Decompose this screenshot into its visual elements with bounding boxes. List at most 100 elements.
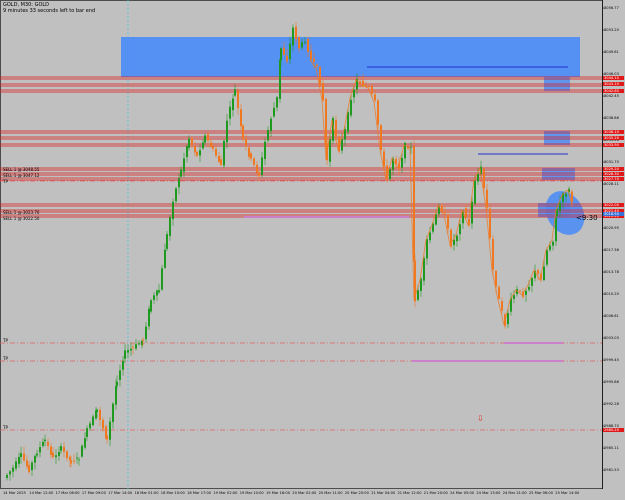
candle-body: [501, 301, 503, 311]
candle-body: [565, 193, 567, 197]
time-tick-label: 19 Mar 02:00: [213, 491, 238, 495]
candle-body: [164, 249, 166, 268]
candle-body: [471, 201, 473, 224]
candle-body: [12, 467, 14, 472]
time-tick-label: 21 Mar 20:00: [423, 491, 448, 495]
price-tag-label: 3043.10: [603, 82, 624, 86]
candle-body: [132, 347, 134, 349]
candle-body: [112, 403, 114, 423]
candle-body: [555, 217, 557, 242]
candle-body: [307, 38, 309, 52]
price-chart-canvas[interactable]: [0, 0, 625, 500]
candle-body: [250, 153, 252, 159]
candle-body: [389, 168, 391, 179]
candle-body: [26, 460, 28, 467]
candle-body: [329, 139, 331, 162]
price-tag-label: 2985.20: [603, 428, 624, 432]
candle-body: [289, 43, 291, 60]
candle-body: [283, 47, 285, 55]
candle-body: [335, 120, 337, 137]
candle-body: [153, 295, 155, 300]
time-tick-label: 20 Mar 02:00: [292, 491, 317, 495]
candle-body: [202, 142, 204, 149]
candle-body: [298, 37, 300, 49]
bar-countdown-label: <9:30: [576, 214, 598, 222]
candle-body: [186, 146, 188, 158]
candle-body: [537, 270, 539, 274]
time-tick-label: 24 Mar 13:00: [476, 491, 501, 495]
time-tick-label: 17 Mar 09:00: [81, 491, 106, 495]
candle-body: [261, 157, 263, 175]
candle-body: [423, 258, 425, 281]
candle-body: [178, 178, 180, 188]
time-tick-label: 21 Mar 04:00: [371, 491, 396, 495]
candle-body: [489, 208, 491, 239]
candle-body: [20, 453, 22, 457]
candle-body: [240, 109, 242, 127]
chart-window[interactable]: GOLD, M30: GOLD 9 minutes 33 seconds lef…: [0, 0, 625, 500]
candle-body: [215, 148, 217, 156]
candle-body: [413, 146, 415, 261]
candle-body: [286, 55, 288, 62]
candle-body: [234, 89, 236, 96]
candle-body: [270, 118, 272, 132]
candle-body: [89, 423, 91, 429]
candle-body: [212, 146, 214, 149]
candle-body: [507, 312, 509, 325]
candle-body: [76, 457, 78, 459]
candle-body: [237, 90, 239, 109]
candle-body: [552, 241, 554, 246]
candle-body: [119, 370, 121, 380]
time-tick-label: 19 Mar 10:00: [239, 491, 264, 495]
candle-body: [258, 172, 260, 176]
candle-body: [447, 214, 449, 229]
candle-body: [124, 350, 126, 359]
candle-body: [429, 232, 431, 241]
down-arrow-icon: ⇩: [477, 414, 484, 423]
price-tick-label: 3056.77: [604, 6, 619, 10]
candle-body: [276, 97, 278, 108]
candle-body: [150, 300, 152, 312]
order-label-tp: TP: [3, 179, 8, 184]
candle-body: [106, 435, 108, 440]
candle-body: [145, 326, 147, 340]
price-tick-label: 3020.95: [604, 226, 619, 230]
time-tick-label: 14 Mar 2025: [3, 491, 26, 495]
candle-body: [9, 471, 11, 475]
candle-body: [70, 460, 72, 464]
candle-body: [166, 234, 168, 249]
price-tag-label: 3018.94: [603, 212, 624, 216]
candle-body: [264, 141, 266, 159]
candle-body: [210, 142, 212, 147]
time-tick-label: 18 Mar 10:00: [160, 491, 185, 495]
candle-body: [6, 474, 8, 478]
time-tick-label: 20 Mar 20:00: [344, 491, 369, 495]
candle-body: [18, 456, 20, 464]
candle-body: [253, 158, 255, 165]
price-tick-label: 2999.45: [604, 358, 619, 362]
candle-body: [86, 428, 88, 437]
candle-body: [571, 191, 573, 202]
price-tick-label: 3017.36: [604, 248, 619, 252]
candle-body: [546, 250, 548, 265]
candle-body: [218, 155, 220, 162]
candle-body: [498, 286, 500, 299]
candle-body: [292, 27, 294, 46]
candle-body: [116, 381, 118, 386]
candle-body: [549, 245, 551, 250]
candle-body: [135, 344, 137, 349]
candle-body: [456, 235, 458, 242]
candle-body: [158, 290, 160, 293]
candle-body: [374, 94, 376, 101]
candle-body: [42, 441, 44, 447]
candle-body: [267, 129, 269, 141]
candle-body: [50, 446, 52, 455]
candle-body: [66, 451, 68, 459]
candle-body: [188, 138, 190, 148]
price-tag-label: 3027.70: [603, 177, 624, 181]
candle-body: [513, 295, 515, 299]
time-tick-label: 20 Mar 11:00: [318, 491, 343, 495]
candle-body: [559, 202, 561, 211]
candle-body: [172, 201, 174, 220]
candle-body: [525, 290, 527, 295]
